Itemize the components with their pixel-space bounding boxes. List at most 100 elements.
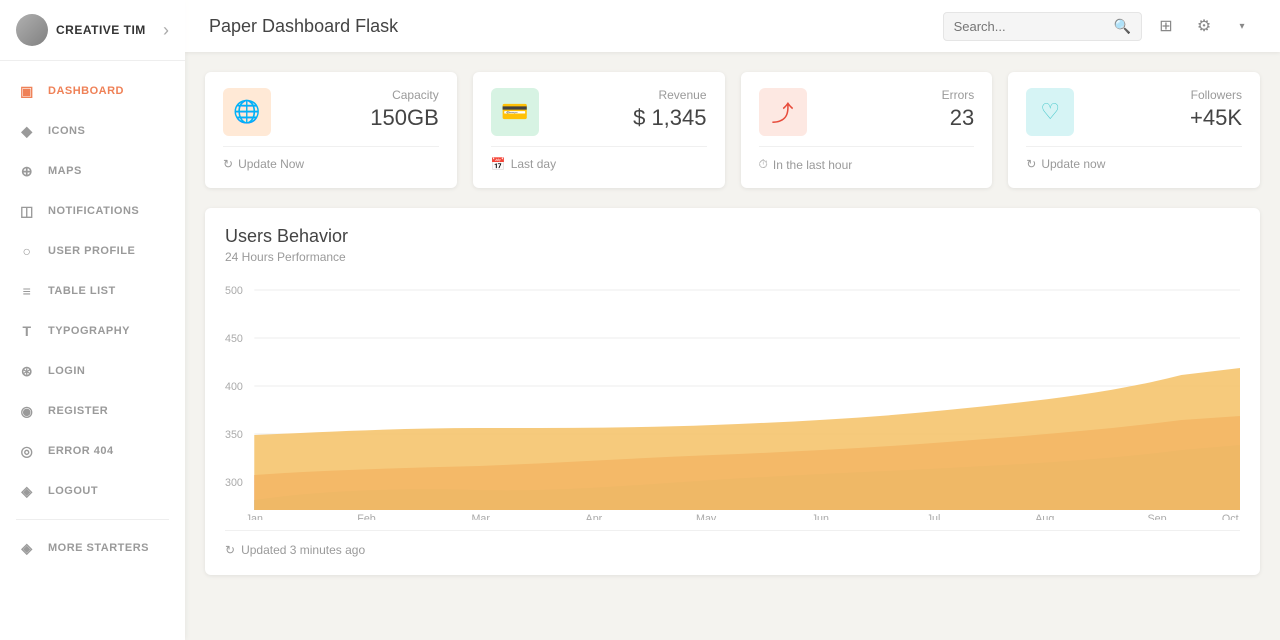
sidebar-label-maps: MAPS [48, 165, 82, 177]
sidebar-brand: CREATIVE TIM › [0, 0, 185, 61]
stat-footer-followers: ↻ Update now [1026, 146, 1242, 171]
sidebar: CREATIVE TIM › ▣ DASHBOARD ◆ ICONS ⊕MAPS ◫ NOT… [0, 0, 185, 640]
stat-card-capacity: 🌐 Capacity 150GB ↻ Update Now [205, 72, 457, 188]
sidebar-label-user-profile: USER PROFILE [48, 245, 135, 257]
stat-value-followers: +45K [1190, 105, 1242, 131]
stat-footer-text-followers: Update now [1041, 157, 1105, 171]
grid-icon[interactable]: ⊞ [1152, 12, 1180, 40]
notifications-icon: ◫ [16, 200, 38, 222]
stat-card-top: 💳 Revenue $ 1,345 [491, 88, 707, 136]
svg-text:Jan: Jan [246, 513, 263, 520]
svg-text:Jul: Jul [927, 513, 941, 520]
chart-title: Users Behavior [225, 226, 1240, 247]
sidebar-item-icons[interactable]: ◆ ICONS [0, 111, 185, 151]
svg-text:Mar: Mar [471, 513, 490, 520]
sidebar-label-typography: TYPOGRAPHY [48, 325, 130, 337]
register-icon: ◉ [16, 400, 38, 422]
login-icon: ⊛ [16, 360, 38, 382]
dashboard-icon: ▣ [16, 80, 38, 102]
sidebar-item-table-list[interactable]: ≡ TABLE LIST [0, 271, 185, 311]
stat-icon-errors: ⤴ [759, 88, 807, 136]
chart-footer: ↻ Updated 3 minutes ago [225, 530, 1240, 557]
sidebar-label-login: LOGIN [48, 365, 85, 377]
sidebar-item-error-404[interactable]: ◎ ERROR 404 [0, 431, 185, 471]
sidebar-label-notifications: NOTIFICATIONS [48, 205, 139, 217]
sidebar-item-notifications[interactable]: ◫ NOTIFICATIONS [0, 191, 185, 231]
settings-dropdown-icon[interactable]: ▾ [1228, 12, 1256, 40]
stat-label-followers: Followers [1190, 88, 1242, 102]
header: Paper Dashboard Flask 🔍 ⊞ ⚙ ▾ [185, 0, 1280, 52]
search-input[interactable] [954, 19, 1114, 34]
sidebar-label-error-404: ERROR 404 [48, 445, 114, 457]
svg-text:450: 450 [225, 333, 243, 345]
stat-card-top: ♡ Followers +45K [1026, 88, 1242, 136]
stat-footer-errors: ⏱ In the last hour [759, 146, 975, 172]
svg-text:Aug: Aug [1035, 513, 1054, 520]
header-icons: ⊞ ⚙ ▾ [1152, 12, 1256, 40]
stat-info-capacity: Capacity 150GB [370, 88, 439, 131]
svg-text:Sep: Sep [1147, 513, 1166, 520]
sidebar-item-register[interactable]: ◉ REGISTER [0, 391, 185, 431]
sidebar-toggle-icon[interactable]: › [163, 20, 169, 41]
sidebar-item-maps[interactable]: ⊕MAPS [0, 151, 185, 191]
settings-icon[interactable]: ⚙ [1190, 12, 1218, 40]
sidebar-item-more-starters[interactable]: ◈ MORE STARTERS [0, 528, 185, 568]
brand-name: CREATIVE TIM [56, 23, 146, 37]
page-title: Paper Dashboard Flask [209, 16, 943, 37]
sidebar-item-dashboard[interactable]: ▣ DASHBOARD [0, 71, 185, 111]
sidebar-divider [16, 519, 169, 520]
stat-info-followers: Followers +45K [1190, 88, 1242, 131]
more-starters-icon: ◈ [16, 537, 38, 559]
stat-icon-revenue: 💳 [491, 88, 539, 136]
sidebar-item-logout[interactable]: ◈ LOGOUT [0, 471, 185, 511]
stat-footer-revenue: 📅 Last day [491, 146, 707, 171]
sidebar-nav: ▣ DASHBOARD ◆ ICONS ⊕MAPS ◫ NOTIFICATIONS ○ USER… [0, 61, 185, 640]
stat-footer-capacity: ↻ Update Now [223, 146, 439, 171]
svg-text:300: 300 [225, 477, 243, 489]
sidebar-label-logout: LOGOUT [48, 485, 98, 497]
user-profile-icon: ○ [16, 240, 38, 262]
stat-card-revenue: 💳 Revenue $ 1,345 📅 Last day [473, 72, 725, 188]
stat-footer-text-revenue: Last day [511, 157, 556, 171]
stat-info-revenue: Revenue $ 1,345 [633, 88, 706, 131]
chart-footer-text: Updated 3 minutes ago [241, 543, 365, 557]
logout-icon: ◈ [16, 480, 38, 502]
table-list-icon: ≡ [16, 280, 38, 302]
chart-subtitle: 24 Hours Performance [225, 250, 1240, 264]
avatar [16, 14, 48, 46]
svg-text:Feb: Feb [357, 513, 375, 520]
sidebar-label-icons: ICONS [48, 125, 85, 137]
stat-footer-icon-revenue: 📅 [491, 157, 506, 171]
main-area: Paper Dashboard Flask 🔍 ⊞ ⚙ ▾ 🌐 Capacity… [185, 0, 1280, 640]
main-content: 🌐 Capacity 150GB ↻ Update Now 💳 Revenue … [185, 52, 1280, 640]
svg-text:350: 350 [225, 429, 243, 441]
sidebar-item-login[interactable]: ⊛ LOGIN [0, 351, 185, 391]
stat-info-errors: Errors 23 [942, 88, 975, 131]
stat-footer-text-capacity: Update Now [238, 157, 304, 171]
error-404-icon: ◎ [16, 440, 38, 462]
chart-footer-icon: ↻ [225, 543, 235, 557]
stat-value-revenue: $ 1,345 [633, 105, 706, 131]
svg-text:May: May [696, 513, 717, 520]
sidebar-label-register: REGISTER [48, 405, 108, 417]
stat-card-errors: ⤴ Errors 23 ⏱ In the last hour [741, 72, 993, 188]
sidebar-item-typography[interactable]: T TYPOGRAPHY [0, 311, 185, 351]
sidebar-label-dashboard: DASHBOARD [48, 85, 124, 97]
chart-area: 500 450 400 350 300 [225, 280, 1240, 520]
svg-text:Jun: Jun [812, 513, 829, 520]
svg-text:Oct: Oct [1222, 513, 1239, 520]
search-box[interactable]: 🔍 [943, 12, 1142, 41]
typography-icon: T [16, 320, 38, 342]
stat-footer-icon-followers: ↻ [1026, 157, 1036, 171]
sidebar-label-table-list: TABLE LIST [48, 285, 116, 297]
icons-icon: ◆ [16, 120, 38, 142]
sidebar-item-user-profile[interactable]: ○ USER PROFILE [0, 231, 185, 271]
sidebar-label-more-starters: MORE STARTERS [48, 542, 149, 554]
stat-card-top: ⤴ Errors 23 [759, 88, 975, 136]
svg-text:400: 400 [225, 381, 243, 393]
stats-row: 🌐 Capacity 150GB ↻ Update Now 💳 Revenue … [205, 72, 1260, 188]
stat-label-revenue: Revenue [633, 88, 706, 102]
stat-label-capacity: Capacity [370, 88, 439, 102]
stat-icon-followers: ♡ [1026, 88, 1074, 136]
stat-value-errors: 23 [942, 105, 975, 131]
